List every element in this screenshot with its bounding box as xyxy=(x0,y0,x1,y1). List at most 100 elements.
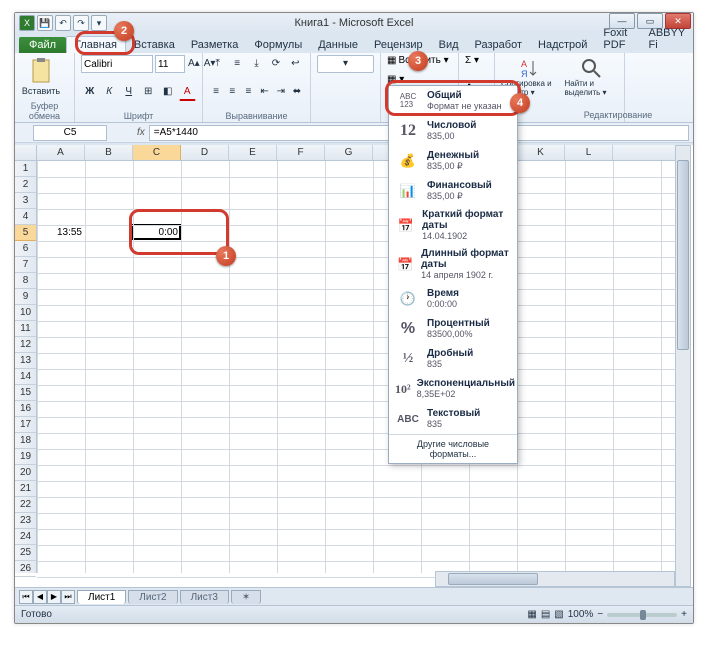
view-normal-icon[interactable]: ▦ xyxy=(527,609,536,620)
row-header-6[interactable]: 6 xyxy=(15,241,36,257)
increase-indent-button[interactable]: ⇥ xyxy=(274,83,288,101)
border-button[interactable]: ⊞ xyxy=(140,83,158,101)
row-header-10[interactable]: 10 xyxy=(15,305,36,321)
row-header-13[interactable]: 13 xyxy=(15,353,36,369)
col-header-L[interactable]: L xyxy=(565,145,613,160)
format-option-6[interactable]: 🕐Время0:00:00 xyxy=(389,284,517,314)
zoom-in-button[interactable]: + xyxy=(681,609,687,620)
row-header-25[interactable]: 25 xyxy=(15,545,36,561)
row-header-20[interactable]: 20 xyxy=(15,465,36,481)
font-name-combo[interactable] xyxy=(81,55,153,73)
row-header-3[interactable]: 3 xyxy=(15,193,36,209)
row-header-11[interactable]: 11 xyxy=(15,321,36,337)
row-header-14[interactable]: 14 xyxy=(15,369,36,385)
tab-view[interactable]: Вид xyxy=(431,37,467,53)
qat-customize[interactable]: ▾ xyxy=(91,15,107,31)
format-option-1[interactable]: 12Числовой835,00 xyxy=(389,116,517,146)
col-header-D[interactable]: D xyxy=(181,145,229,160)
cell-A5[interactable]: 13:55 xyxy=(37,225,85,241)
wrap-text-button[interactable]: ↩ xyxy=(287,55,304,73)
tab-data[interactable]: Данные xyxy=(310,37,366,53)
row-header-26[interactable]: 26 xyxy=(15,561,36,577)
align-center-button[interactable]: ≡ xyxy=(225,83,239,101)
align-top-button[interactable]: ⤒ xyxy=(209,55,226,73)
tab-abbyy[interactable]: ABBYY Fi xyxy=(641,25,694,53)
tab-nav-first[interactable]: ⏮ xyxy=(19,590,33,604)
tab-insert[interactable]: Вставка xyxy=(126,37,183,53)
row-header-5[interactable]: 5 xyxy=(15,225,36,241)
row-header-19[interactable]: 19 xyxy=(15,449,36,465)
row-header-8[interactable]: 8 xyxy=(15,273,36,289)
col-header-G[interactable]: G xyxy=(325,145,373,160)
tab-foxit[interactable]: Foxit PDF xyxy=(595,25,640,53)
col-header-C[interactable]: C xyxy=(133,145,181,160)
font-color-button[interactable]: A xyxy=(179,83,197,101)
tab-developer[interactable]: Разработ xyxy=(467,37,530,53)
row-header-7[interactable]: 7 xyxy=(15,257,36,273)
row-header-21[interactable]: 21 xyxy=(15,481,36,497)
redo-button[interactable]: ↷ xyxy=(73,15,89,31)
row-header-2[interactable]: 2 xyxy=(15,177,36,193)
excel-icon[interactable]: X xyxy=(19,15,35,31)
tab-nav-prev[interactable]: ◀ xyxy=(33,590,47,604)
select-all-button[interactable] xyxy=(15,145,37,161)
undo-button[interactable]: ↶ xyxy=(55,15,71,31)
delete-cells-button[interactable]: ▦ ▾ xyxy=(387,74,452,85)
row-header-23[interactable]: 23 xyxy=(15,513,36,529)
row-header-1[interactable]: 1 xyxy=(15,161,36,177)
merge-button[interactable]: ⬌ xyxy=(290,83,304,101)
row-header-4[interactable]: 4 xyxy=(15,209,36,225)
row-header-15[interactable]: 15 xyxy=(15,385,36,401)
orientation-button[interactable]: ⟳ xyxy=(267,55,284,73)
vertical-scrollbar[interactable] xyxy=(675,145,691,587)
format-option-2[interactable]: 💰Денежный835,00 ₽ xyxy=(389,146,517,176)
align-right-button[interactable]: ≡ xyxy=(241,83,255,101)
grow-font-button[interactable]: A▴ xyxy=(187,55,201,73)
font-size-combo[interactable] xyxy=(155,55,185,73)
row-header-18[interactable]: 18 xyxy=(15,433,36,449)
sheet-tab-3[interactable]: Лист3 xyxy=(180,590,229,604)
tab-addins[interactable]: Надстрой xyxy=(530,37,595,53)
zoom-out-button[interactable]: − xyxy=(597,609,603,620)
col-header-F[interactable]: F xyxy=(277,145,325,160)
format-option-9[interactable]: 10²Экспоненциальный8,35E+02 xyxy=(389,374,517,404)
zoom-level[interactable]: 100% xyxy=(568,609,594,620)
tab-nav-last[interactable]: ⏭ xyxy=(61,590,75,604)
zoom-slider[interactable] xyxy=(607,613,677,617)
underline-button[interactable]: Ч xyxy=(120,83,138,101)
format-option-0[interactable]: ABC123ОбщийФормат не указан xyxy=(389,86,517,116)
sheet-tab-1[interactable]: Лист1 xyxy=(77,590,126,604)
vscroll-thumb[interactable] xyxy=(677,160,689,350)
tab-formulas[interactable]: Формулы xyxy=(246,37,310,53)
format-option-5[interactable]: 📅Длинный формат даты14 апреля 1902 г. xyxy=(389,245,517,284)
align-middle-button[interactable]: ≡ xyxy=(228,55,245,73)
view-break-icon[interactable]: ▧ xyxy=(554,609,563,620)
row-header-17[interactable]: 17 xyxy=(15,417,36,433)
italic-button[interactable]: К xyxy=(101,83,119,101)
tab-layout[interactable]: Разметка xyxy=(183,37,247,53)
view-layout-icon[interactable]: ▤ xyxy=(541,609,550,620)
name-box[interactable] xyxy=(33,125,107,141)
format-option-7[interactable]: %Процентный83500,00% xyxy=(389,314,517,344)
format-option-3[interactable]: 📊Финансовый835,00 ₽ xyxy=(389,176,517,206)
new-sheet-button[interactable]: ✶ xyxy=(231,590,261,604)
bold-button[interactable]: Ж xyxy=(81,83,99,101)
col-header-B[interactable]: B xyxy=(85,145,133,160)
zoom-thumb[interactable] xyxy=(640,610,646,620)
horizontal-scrollbar[interactable] xyxy=(435,571,675,587)
row-header-16[interactable]: 16 xyxy=(15,401,36,417)
align-left-button[interactable]: ≡ xyxy=(209,83,223,101)
row-header-9[interactable]: 9 xyxy=(15,289,36,305)
autosum-button[interactable]: Σ ▾ xyxy=(465,55,488,66)
col-header-K[interactable]: K xyxy=(517,145,565,160)
fx-icon[interactable]: fx xyxy=(137,127,145,138)
hscroll-thumb[interactable] xyxy=(448,573,538,585)
cell-grid[interactable]: 13:55 0:00 xyxy=(37,161,679,573)
save-button[interactable]: 💾 xyxy=(37,15,53,31)
col-header-A[interactable]: A xyxy=(37,145,85,160)
paste-button[interactable]: Вставить xyxy=(21,55,61,99)
format-option-4[interactable]: 📅Краткий формат даты14.04.1902 xyxy=(389,206,517,245)
row-header-24[interactable]: 24 xyxy=(15,529,36,545)
fill-color-button[interactable]: ◧ xyxy=(159,83,177,101)
number-format-combo[interactable]: ▾ xyxy=(317,55,374,73)
